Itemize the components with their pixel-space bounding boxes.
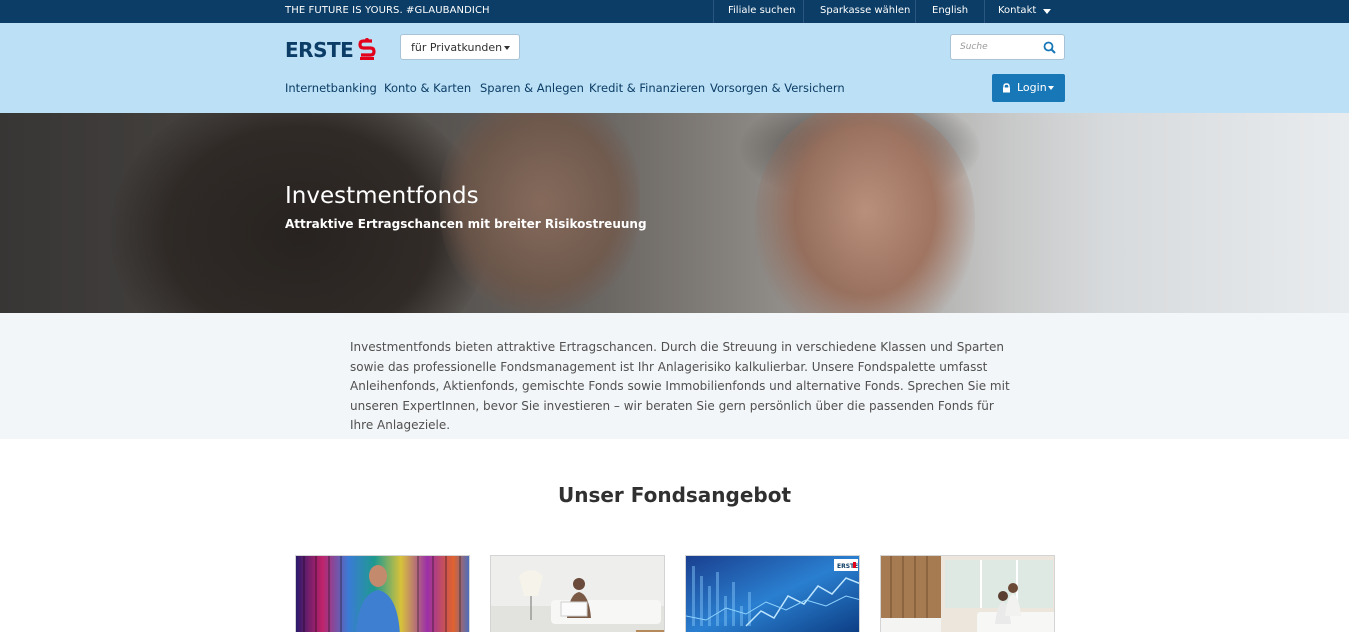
search-input[interactable]: Suche [950, 34, 1065, 60]
logo-wordmark: ERSTE [285, 38, 354, 62]
segment-select-label: für Privatkunden [411, 41, 503, 54]
chevron-down-icon [504, 46, 510, 50]
section-title: Unser Fondsangebot [557, 483, 792, 507]
hero-overlay [0, 113, 1349, 313]
chevron-down-icon [1048, 86, 1054, 90]
login-button[interactable]: Login [992, 74, 1065, 102]
sparkasse-s-icon [358, 38, 376, 60]
slogan: THE FUTURE IS YOURS. #GLAUBANDICH [285, 5, 490, 16]
nav-sparen-anlegen[interactable]: Sparen & Anlegen [480, 81, 584, 95]
main-header: ERSTE für Privatkunden Suche Internetban… [0, 23, 1349, 113]
search-icon[interactable] [1043, 41, 1056, 54]
link-filiale-suchen[interactable]: Filiale suchen [728, 5, 795, 16]
hero-banner: Investmentfonds Attraktive Ertragschance… [0, 113, 1349, 313]
fund-card-1[interactable] [295, 555, 470, 632]
couple-living-room-image [881, 556, 1054, 632]
divider [713, 0, 714, 23]
stock-chart-screens-image: ERSTE [686, 556, 859, 632]
fund-card-3[interactable]: ERSTE [685, 555, 860, 632]
man-reading-newspaper-image [491, 556, 664, 632]
link-kontakt[interactable]: Kontakt [998, 5, 1036, 16]
search-placeholder: Suche [960, 42, 988, 52]
customer-segment-select[interactable]: für Privatkunden [400, 34, 520, 60]
page-subtitle: Attraktive Ertragschancen mit breiter Ri… [285, 217, 647, 231]
top-bar: THE FUTURE IS YOURS. #GLAUBANDICH Filial… [0, 0, 1349, 23]
divider [984, 0, 985, 23]
divider [915, 0, 916, 23]
link-english[interactable]: English [932, 5, 968, 16]
intro-text: Investmentfonds bieten attraktive Ertrag… [350, 340, 1010, 432]
nav-vorsorgen-versichern[interactable]: Vorsorgen & Versichern [710, 81, 845, 95]
nav-konto-karten[interactable]: Konto & Karten [384, 81, 471, 95]
chevron-down-icon[interactable] [1043, 9, 1051, 14]
divider [803, 0, 804, 23]
link-sparkasse-waehlen[interactable]: Sparkasse wählen [820, 5, 910, 16]
nav-kredit-finanzieren[interactable]: Kredit & Finanzieren [589, 81, 705, 95]
fund-card-4[interactable] [880, 555, 1055, 632]
login-label: Login [1017, 81, 1047, 94]
page-title: Investmentfonds [285, 183, 479, 209]
fund-card-2[interactable] [490, 555, 665, 632]
lock-icon [1003, 83, 1010, 93]
intro-section: Investmentfonds bieten attraktive Ertrag… [0, 313, 1349, 439]
nav-internetbanking[interactable]: Internetbanking [285, 81, 377, 95]
woman-colorful-lights-image [296, 556, 469, 632]
